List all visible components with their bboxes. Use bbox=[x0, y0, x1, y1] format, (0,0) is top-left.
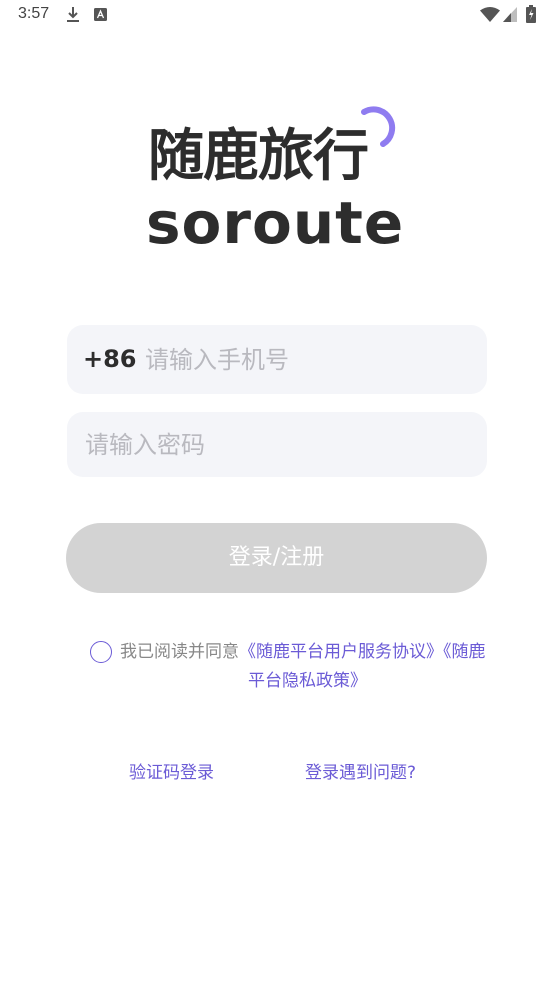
agreement-prefix: 我已阅读并同意 bbox=[120, 642, 239, 662]
country-code[interactable]: +86 bbox=[83, 325, 137, 394]
phone-field[interactable]: +86 bbox=[67, 325, 487, 394]
logo-chinese-title: 随鹿旅行 bbox=[148, 124, 369, 189]
password-field[interactable] bbox=[67, 412, 487, 477]
battery-icon bbox=[526, 5, 536, 23]
wifi-icon bbox=[480, 7, 500, 22]
signal-icon bbox=[503, 7, 517, 22]
status-time: 3:57 bbox=[18, 5, 50, 22]
user-agreement-link[interactable]: 《随鹿平台用户服务协议》 bbox=[239, 642, 443, 662]
logo-english-title: soroute bbox=[146, 189, 405, 257]
a-notification-icon bbox=[94, 8, 107, 21]
login-help-link[interactable]: 登录遇到问题? bbox=[305, 760, 416, 786]
sms-login-link[interactable]: 验证码登录 bbox=[129, 760, 214, 786]
agreement-text: 我已阅读并同意《随鹿平台用户服务协议》《随鹿 bbox=[120, 638, 504, 667]
privacy-policy-link-start[interactable]: 《随鹿 bbox=[443, 642, 486, 662]
status-bar: 3:57 bbox=[0, 0, 554, 30]
download-icon bbox=[67, 7, 79, 22]
agreement-checkbox[interactable] bbox=[90, 641, 112, 663]
password-input[interactable] bbox=[85, 412, 465, 477]
phone-input[interactable] bbox=[145, 325, 465, 394]
privacy-policy-link[interactable]: 平台隐私政策》 bbox=[248, 667, 367, 696]
login-register-button[interactable]: 登录/注册 bbox=[66, 523, 487, 593]
